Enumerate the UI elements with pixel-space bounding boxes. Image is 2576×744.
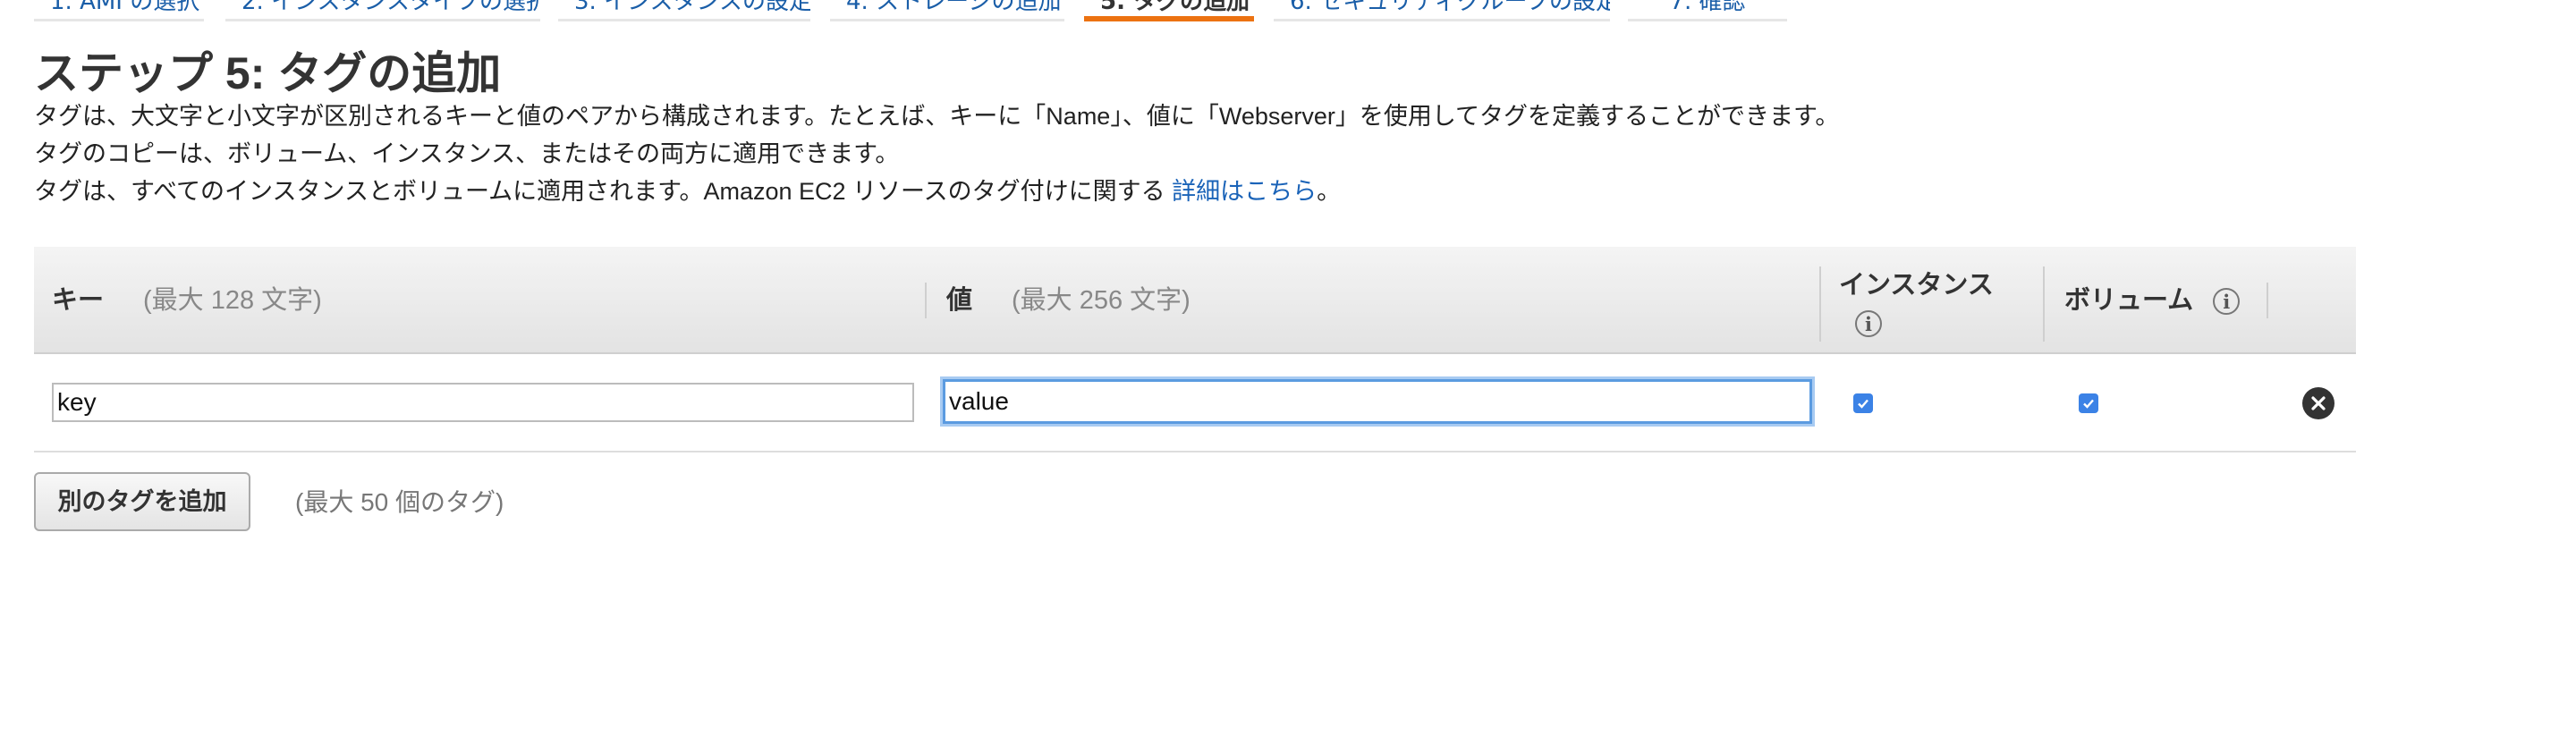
step-tab-add-storage[interactable]: 4. ストレージの追加 [830, 0, 1064, 21]
add-tag-button[interactable]: 別のタグを追加 [34, 472, 250, 531]
header-key-hint: (最大 128 文字) [143, 286, 322, 315]
step-tab-review[interactable]: 7. 確認 [1628, 0, 1787, 21]
header-volumes-label: ボリューム [2064, 286, 2194, 315]
tag-value-input[interactable] [943, 379, 1812, 424]
close-icon [2311, 396, 2326, 410]
tags-table-header: キー (最大 128 文字) 値 (最大 256 文字) インスタンス i ボリュー… [34, 247, 2356, 354]
description-line-3-suffix: 。 [1317, 178, 1342, 205]
header-divider [1819, 266, 1821, 342]
description-line-2: タグのコピーは、ボリューム、インスタンス、またはその両方に適用できます。 [34, 140, 900, 167]
header-value-hint: (最大 256 文字) [1012, 286, 1191, 315]
tag-key-input[interactable] [52, 383, 914, 422]
step-tabs: 1. AMI の選択 2. インスタンスタイプの選択 3. インスタンスの設定 … [0, 0, 2576, 27]
header-divider [2267, 283, 2268, 318]
remove-tag-button[interactable] [2302, 387, 2334, 419]
header-instances-label: インスタンス [1839, 271, 1994, 300]
description-line-3-text: タグは、すべてのインスタンスとボリュームに適用されます。Amazon EC2 リ… [34, 178, 1173, 205]
step-tab-ami[interactable]: 1. AMI の選択 [34, 0, 204, 21]
instances-info-wrap: i [1855, 304, 1994, 342]
volumes-checkbox[interactable] [2079, 393, 2098, 413]
page-title: ステップ 5: タグの追加 [34, 48, 502, 98]
step-tab-security-group[interactable]: 6. セキュリティグループの設定 [1274, 0, 1610, 21]
header-value-label: 値 [946, 286, 973, 315]
description-line-3: タグは、すべてのインスタンスとボリュームに適用されます。Amazon EC2 リ… [34, 172, 1341, 207]
step-tab-configure-instance[interactable]: 3. インスタンスの設定 [558, 0, 810, 21]
description-line-1: タグは、大文字と小文字が区別されるキーと値のペアから構成されます。たとえば、キー… [34, 103, 1840, 130]
max-tags-hint: (最大 50 個のタグ) [295, 488, 504, 516]
step-tab-instance-type[interactable]: 2. インスタンスタイプの選択 [225, 0, 540, 21]
learn-more-link[interactable]: 詳細はこちら [1172, 178, 1317, 205]
header-key: キー (最大 128 文字) [52, 247, 322, 354]
table-row [34, 354, 2356, 452]
checkmark-icon [2083, 399, 2094, 409]
header-divider [2043, 266, 2045, 342]
header-instances: インスタンス i [1839, 266, 1994, 347]
header-divider [925, 283, 927, 318]
checkmark-icon [1858, 399, 1868, 409]
tags-table: キー (最大 128 文字) 値 (最大 256 文字) インスタンス i ボリュー… [34, 247, 2356, 452]
instances-checkbox[interactable] [1853, 393, 1873, 413]
info-icon[interactable]: i [2213, 288, 2241, 316]
step-tab-add-tags[interactable]: 5. タグの追加 [1084, 0, 1254, 21]
info-icon[interactable]: i [1855, 310, 1882, 338]
header-volumes: ボリューム i [2064, 247, 2241, 354]
header-key-label: キー [52, 286, 105, 315]
header-value: 値 (最大 256 文字) [946, 247, 1191, 354]
